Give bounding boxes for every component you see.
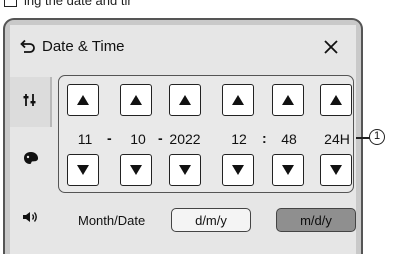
month-value: 11	[77, 131, 93, 147]
up-arrow-icon	[330, 95, 342, 105]
sidebar-item-general[interactable]	[10, 77, 52, 127]
down-arrow-icon	[179, 165, 191, 175]
up-arrow-icon	[77, 95, 89, 105]
year-up-button[interactable]	[169, 84, 201, 116]
settings-sidebar	[10, 69, 52, 254]
up-arrow-icon	[130, 95, 142, 105]
caption-text: ing the date and time	[24, 0, 130, 8]
day-value: 10	[130, 131, 146, 147]
date-separator: -	[107, 130, 112, 146]
palette-icon	[23, 151, 39, 170]
hour-value: 12	[231, 131, 247, 147]
up-arrow-icon	[179, 95, 191, 105]
format-up-button[interactable]	[320, 84, 352, 116]
close-icon[interactable]	[322, 38, 340, 56]
minute-up-button[interactable]	[272, 84, 304, 116]
month-date-label: Month/Date	[78, 213, 146, 228]
format-down-button[interactable]	[320, 154, 352, 186]
down-arrow-icon	[282, 165, 294, 175]
sidebar-item-sound[interactable]	[10, 194, 52, 244]
minute-value: 48	[281, 131, 297, 147]
up-arrow-icon	[282, 95, 294, 105]
caption-symbol	[4, 0, 17, 7]
hour-down-button[interactable]	[222, 154, 254, 186]
time-separator: :	[262, 130, 267, 146]
date-separator: -	[158, 130, 163, 146]
page-title: Date & Time	[42, 38, 125, 55]
down-arrow-icon	[330, 165, 342, 175]
sidebar-item-display[interactable]	[10, 135, 52, 185]
hour-up-button[interactable]	[222, 84, 254, 116]
down-arrow-icon	[77, 165, 89, 175]
month-up-button[interactable]	[67, 84, 99, 116]
format-option-mdy[interactable]: m/d/y	[276, 208, 356, 232]
speaker-icon	[22, 210, 40, 229]
time-format-value: 24H	[324, 131, 350, 147]
date-time-panel: 11 - 10 - 2022 12 : 48 24H	[58, 75, 354, 193]
day-down-button[interactable]	[120, 154, 152, 186]
date-time-screen: Date & Time 11 - 10 - 2022 12: 48 24H M…	[10, 25, 356, 254]
down-arrow-icon	[130, 165, 142, 175]
manual-caption-fragment: ing the date and time	[0, 0, 130, 14]
year-value: 2022	[169, 131, 201, 147]
minute-down-button[interactable]	[272, 154, 304, 186]
down-arrow-icon	[232, 165, 244, 175]
day-up-button[interactable]	[120, 84, 152, 116]
title-bar: Date & Time	[10, 25, 356, 69]
up-arrow-icon	[232, 95, 244, 105]
back-arrow-icon[interactable]	[18, 38, 36, 56]
head-unit-bezel: Date & Time 11 - 10 - 2022 12: 48 24H M…	[3, 18, 363, 254]
callout-marker: 1	[369, 129, 385, 145]
format-option-dmy[interactable]: d/m/y	[171, 208, 251, 232]
year-down-button[interactable]	[169, 154, 201, 186]
sliders-icon	[22, 92, 38, 113]
month-down-button[interactable]	[67, 154, 99, 186]
callout-leader-line	[356, 137, 370, 139]
